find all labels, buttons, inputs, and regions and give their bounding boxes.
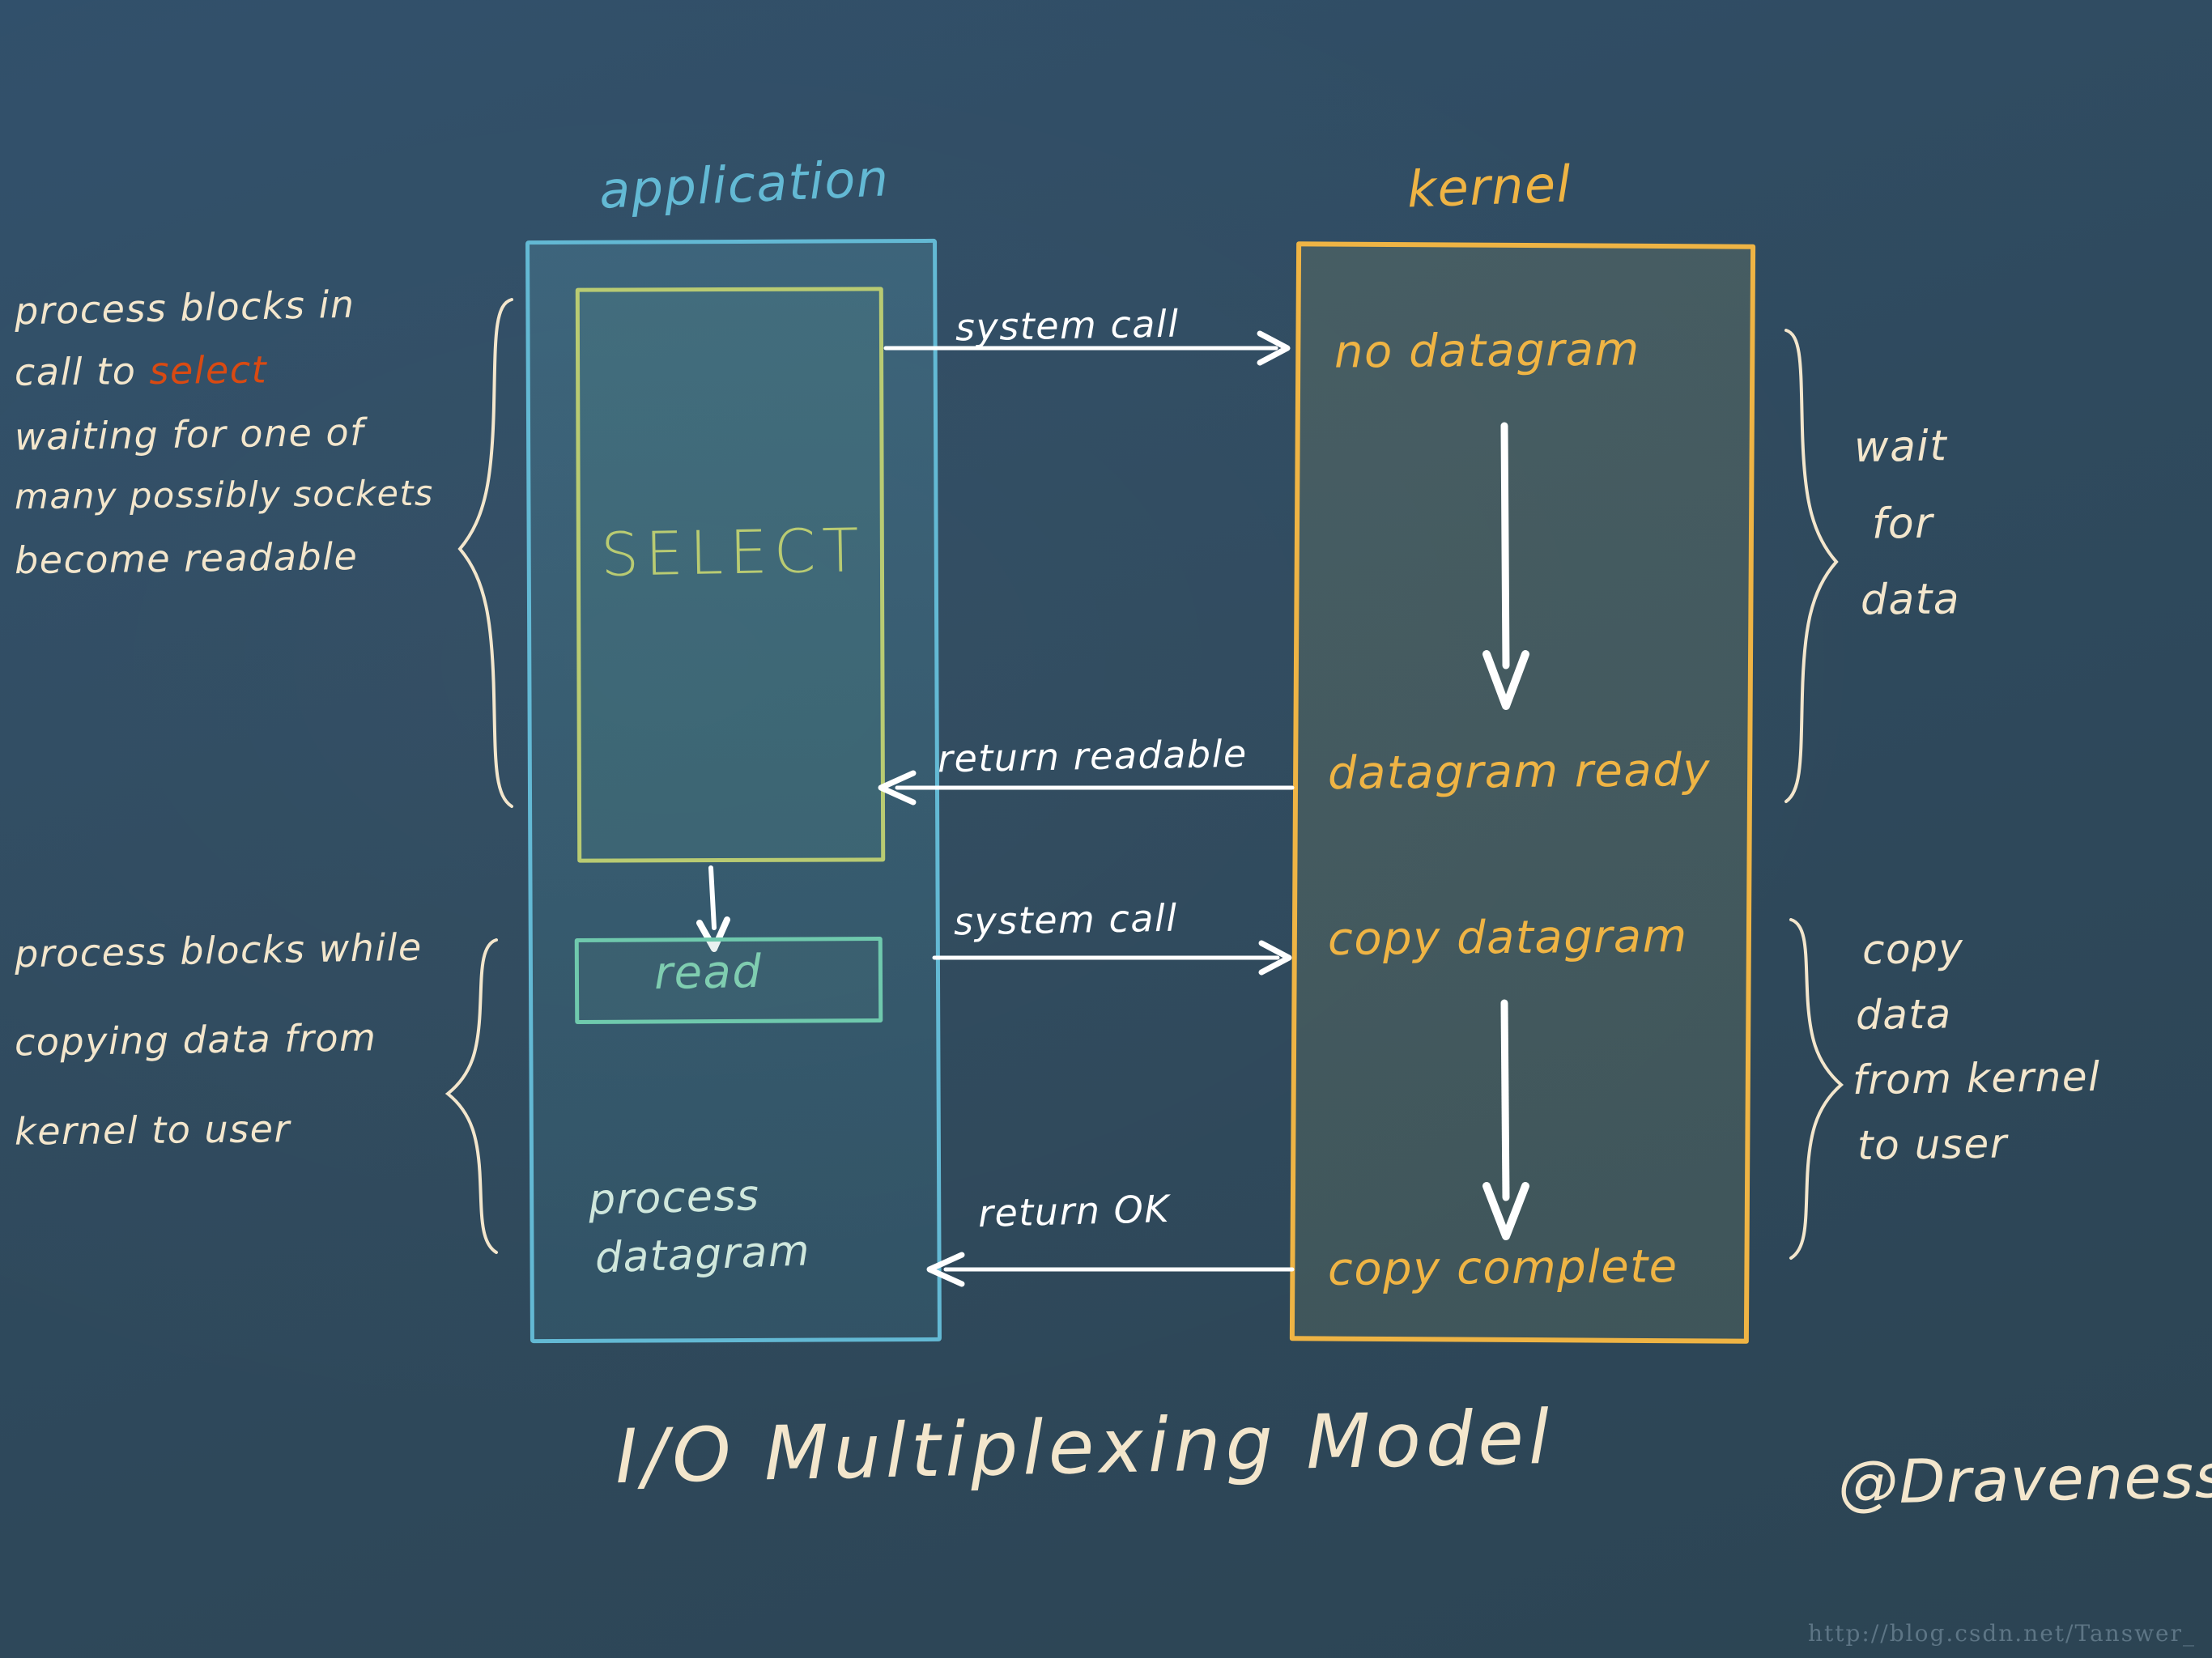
process-datagram-line-0: process: [588, 1171, 761, 1225]
select-label: SELECT: [600, 516, 866, 590]
annotation-right-bottom-line-1: data: [1855, 989, 1953, 1039]
annotation-right-bottom-line-2: from kernel: [1852, 1052, 2101, 1104]
brace-left-bottom-icon: [445, 938, 498, 1254]
annotation-left-top-line-1-wrap: call to select: [14, 347, 434, 395]
return-ok-arrow: [926, 1252, 1295, 1287]
system-call-read-arrow: [932, 940, 1292, 976]
annotation-left-bottom-line-0: process blocks while: [14, 925, 423, 976]
annotation-right-top-line-1: for: [1871, 499, 1934, 549]
kernel-step-3: copy complete: [1327, 1240, 1678, 1296]
read-label: read: [653, 945, 763, 1001]
kernel-copy-arrow: [1482, 999, 1529, 1240]
author-credit: @Draveness: [1837, 1441, 2212, 1519]
kernel-step-1: datagram ready: [1327, 743, 1712, 801]
annotation-select-keyword: select: [149, 347, 268, 393]
system-call-select-arrow: [883, 330, 1291, 366]
page-title: I/O Multiplexing Model: [614, 1393, 1555, 1501]
application-label: application: [598, 148, 891, 220]
kernel-label: kernel: [1406, 154, 1573, 219]
annotation-left-top-line-0: process blocks in: [14, 282, 356, 334]
annotation-left-top-line-2: waiting for one of: [14, 410, 365, 459]
kernel-step-0: no datagram: [1334, 323, 1640, 379]
arrow-label-return-ok: return OK: [977, 1186, 1171, 1236]
annotation-right-bottom-line-0: copy: [1861, 925, 1964, 974]
annotation-left-bottom-line-2: kernel to user: [14, 1106, 291, 1154]
diagram-canvas: process blocks in call to select waiting…: [0, 0, 2212, 1658]
annotation-left-bottom: process blocks while copying data from k…: [14, 925, 423, 1154]
brace-right-top-icon: [1784, 329, 1839, 803]
annotation-right-bottom-line-3: to user: [1857, 1120, 2009, 1169]
brace-right-bottom-icon: [1789, 918, 1844, 1260]
annotation-left-bottom-line-1: copying data from: [14, 1015, 377, 1065]
annotation-left-top-line-4: become readable: [14, 534, 359, 583]
annotation-left-top-line-3: many possibly sockets: [14, 473, 435, 518]
kernel-wait-arrow: [1482, 422, 1529, 710]
source-watermark: http://blog.csdn.net/Tanswer_: [1807, 1620, 2196, 1647]
annotation-right-bottom: copy data from kernel to user: [1853, 925, 2101, 1168]
annotation-right-top: wait for data: [1853, 422, 1961, 625]
kernel-step-2: copy datagram: [1327, 910, 1688, 966]
return-readable-arrow: [878, 770, 1295, 806]
annotation-right-top-line-2: data: [1860, 575, 1961, 625]
brace-left-top-icon: [457, 298, 513, 808]
process-datagram-label: process datagram: [588, 1171, 811, 1282]
process-datagram-line-1: datagram: [594, 1226, 812, 1283]
annotation-left-top-line-1: call to: [14, 349, 150, 395]
annotation-right-top-line-0: wait: [1853, 422, 1948, 473]
annotation-left-top: process blocks in call to select waiting…: [14, 283, 435, 583]
